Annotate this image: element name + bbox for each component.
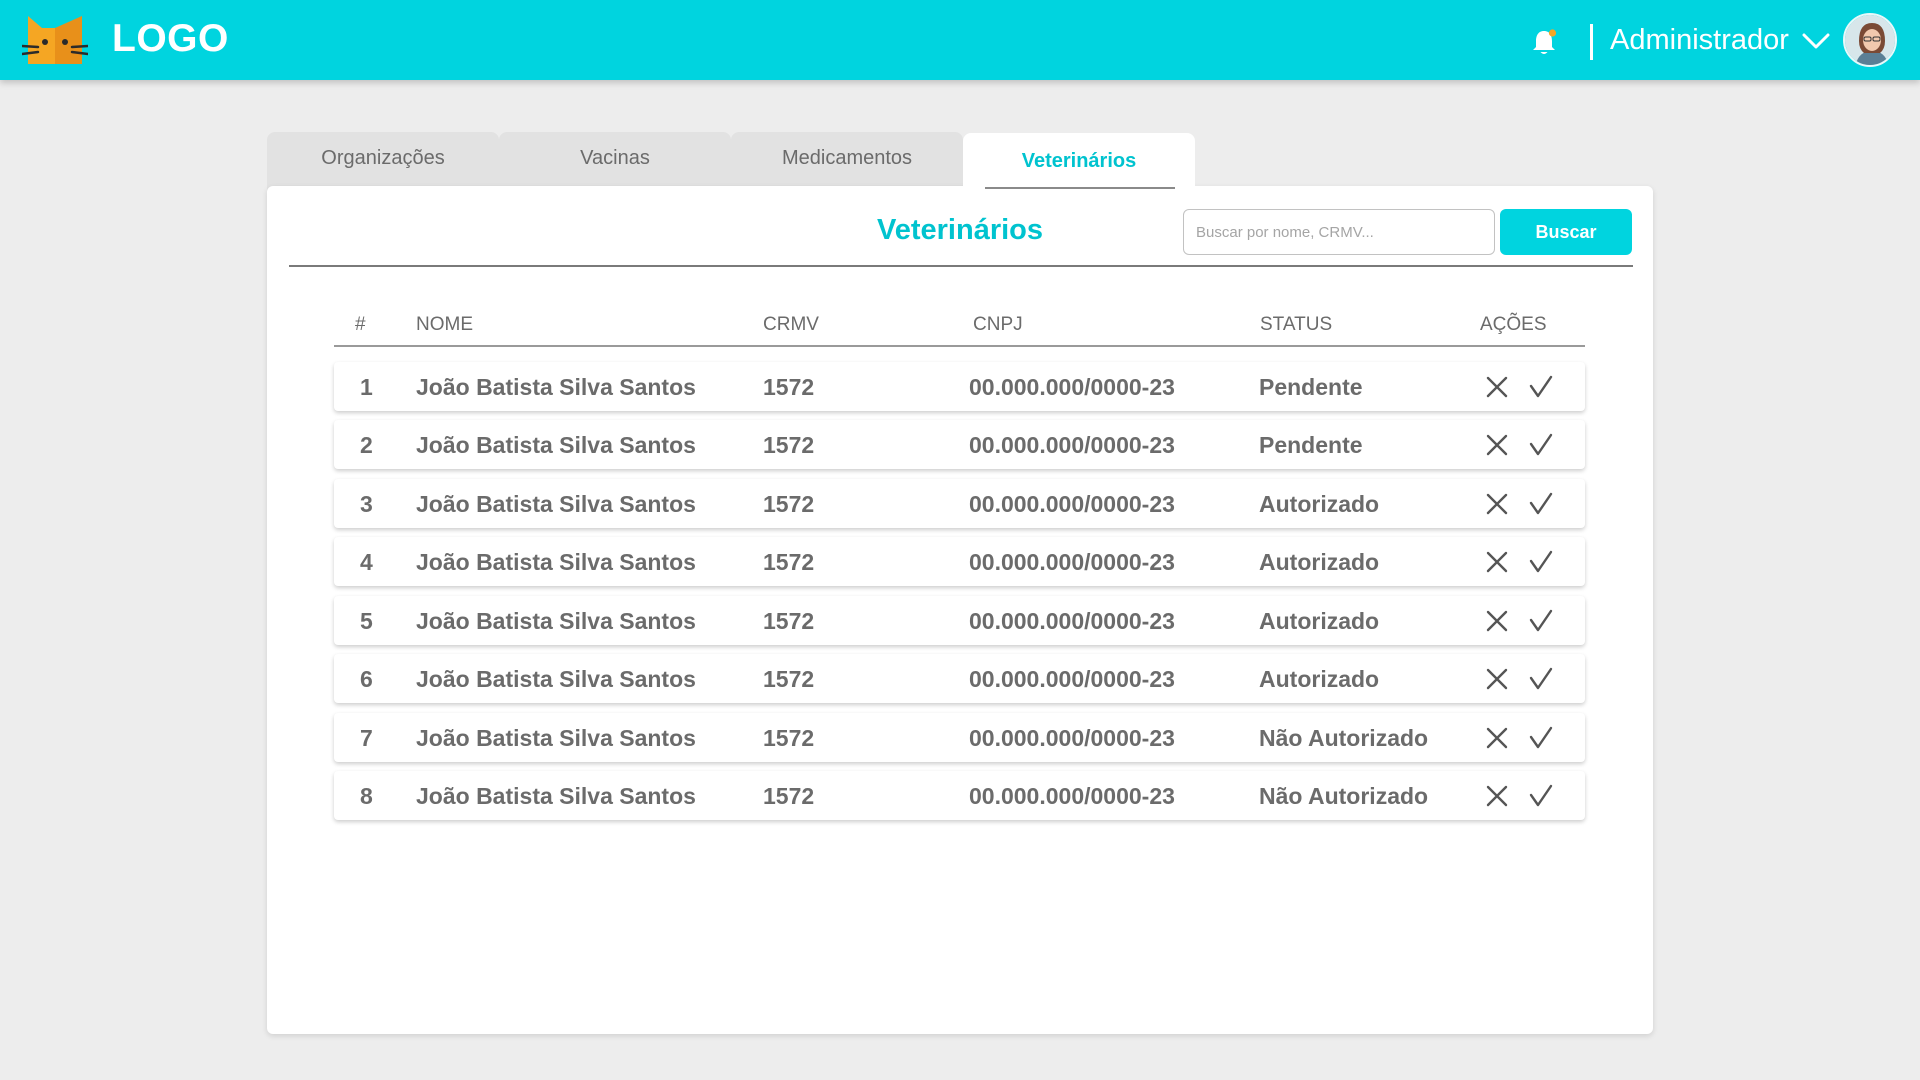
table-row: 3 João Batista Silva Santos 1572 00.000.… (334, 479, 1585, 528)
header-num: # (355, 314, 366, 335)
row-number: 6 (360, 666, 373, 692)
top-bar: LOGO Administrador (0, 0, 1920, 80)
row-cnpj: 00.000.000/0000-23 (969, 666, 1175, 692)
row-cnpj: 00.000.000/0000-23 (969, 374, 1175, 400)
table-row: 2 João Batista Silva Santos 1572 00.000.… (334, 420, 1585, 469)
reject-icon[interactable] (1484, 491, 1510, 517)
tab-label: Vacinas (580, 147, 650, 169)
row-crmv: 1572 (763, 549, 815, 575)
table-row: 7 João Batista Silva Santos 1572 00.000.… (334, 713, 1585, 762)
row-cnpj: 00.000.000/0000-23 (969, 549, 1175, 575)
content-card: Veterinários Buscar # NOME CRMV CNPJ STA… (267, 186, 1653, 1034)
row-number: 7 (360, 725, 373, 751)
reject-icon[interactable] (1484, 432, 1510, 458)
row-name: João Batista Silva Santos (416, 608, 696, 634)
tab-underline (985, 187, 1175, 189)
header-crmv: CRMV (763, 314, 819, 335)
header-divider (1590, 24, 1593, 60)
row-status: Autorizado (1259, 491, 1380, 517)
row-number: 1 (360, 374, 373, 400)
row-crmv: 1572 (763, 783, 815, 809)
table-row: 1 João Batista Silva Santos 1572 00.000.… (334, 362, 1585, 411)
tab-veterinarios[interactable]: Veterinários (963, 133, 1195, 205)
chevron-down-icon[interactable] (1802, 32, 1830, 50)
table-row: 4 João Batista Silva Santos 1572 00.000.… (334, 537, 1585, 586)
approve-icon[interactable] (1528, 491, 1554, 517)
header-cnpj: CNPJ (973, 314, 1023, 335)
avatar-image (1845, 15, 1895, 65)
table-row: 6 João Batista Silva Santos 1572 00.000.… (334, 654, 1585, 703)
row-cnpj: 00.000.000/0000-23 (969, 725, 1175, 751)
row-status: Autorizado (1259, 666, 1380, 692)
row-crmv: 1572 (763, 491, 815, 517)
user-name[interactable]: Administrador (1610, 24, 1789, 57)
row-crmv: 1572 (763, 432, 815, 458)
approve-icon[interactable] (1528, 666, 1554, 692)
tab-organizacoes[interactable]: Organizações (267, 132, 499, 194)
row-crmv: 1572 (763, 608, 815, 634)
reject-icon[interactable] (1484, 666, 1510, 692)
header-actions: AÇÕES (1480, 314, 1547, 335)
row-cnpj: 00.000.000/0000-23 (969, 432, 1175, 458)
row-cnpj: 00.000.000/0000-23 (969, 783, 1175, 809)
table-row: 5 João Batista Silva Santos 1572 00.000.… (334, 596, 1585, 645)
reject-icon[interactable] (1484, 374, 1510, 400)
tab-medicamentos[interactable]: Medicamentos (731, 132, 963, 194)
header-divider (334, 345, 1585, 347)
row-status: Não Autorizado (1259, 725, 1429, 751)
avatar[interactable] (1843, 13, 1897, 67)
reject-icon[interactable] (1484, 549, 1510, 575)
tab-label: Organizações (321, 147, 445, 169)
reject-icon[interactable] (1484, 608, 1510, 634)
tab-label: Veterinários (1021, 150, 1137, 172)
approve-icon[interactable] (1528, 608, 1554, 634)
row-number: 2 (360, 432, 373, 458)
row-name: João Batista Silva Santos (416, 432, 696, 458)
approve-icon[interactable] (1528, 783, 1554, 809)
row-number: 8 (360, 783, 373, 809)
reject-icon[interactable] (1484, 725, 1510, 751)
row-status: Autorizado (1259, 608, 1380, 634)
search-input[interactable] (1183, 209, 1495, 255)
row-status: Pendente (1259, 432, 1363, 458)
row-name: João Batista Silva Santos (416, 725, 696, 751)
search-button[interactable]: Buscar (1500, 209, 1632, 255)
row-name: João Batista Silva Santos (416, 666, 696, 692)
bell-icon[interactable] (1528, 26, 1560, 58)
header-status: STATUS (1260, 314, 1333, 335)
row-name: João Batista Silva Santos (416, 374, 696, 400)
row-crmv: 1572 (763, 725, 815, 751)
row-name: João Batista Silva Santos (416, 491, 696, 517)
row-status: Autorizado (1259, 549, 1380, 575)
reject-icon[interactable] (1484, 783, 1510, 809)
row-name: João Batista Silva Santos (416, 549, 696, 575)
approve-icon[interactable] (1528, 725, 1554, 751)
title-divider (289, 265, 1633, 267)
approve-icon[interactable] (1528, 432, 1554, 458)
approve-icon[interactable] (1528, 374, 1554, 400)
row-number: 5 (360, 608, 373, 634)
row-number: 3 (360, 491, 373, 517)
tab-vacinas[interactable]: Vacinas (499, 132, 731, 194)
row-status: Pendente (1259, 374, 1363, 400)
logo-text[interactable]: LOGO (112, 17, 229, 61)
row-crmv: 1572 (763, 374, 815, 400)
approve-icon[interactable] (1528, 549, 1554, 575)
row-crmv: 1572 (763, 666, 815, 692)
row-cnpj: 00.000.000/0000-23 (969, 491, 1175, 517)
row-name: João Batista Silva Santos (416, 783, 696, 809)
cat-logo-icon[interactable] (22, 12, 88, 68)
tab-label: Medicamentos (781, 147, 913, 169)
header-name: NOME (416, 314, 473, 335)
table-row: 8 João Batista Silva Santos 1572 00.000.… (334, 771, 1585, 820)
row-number: 4 (360, 549, 373, 575)
row-cnpj: 00.000.000/0000-23 (969, 608, 1175, 634)
row-status: Não Autorizado (1259, 783, 1429, 809)
